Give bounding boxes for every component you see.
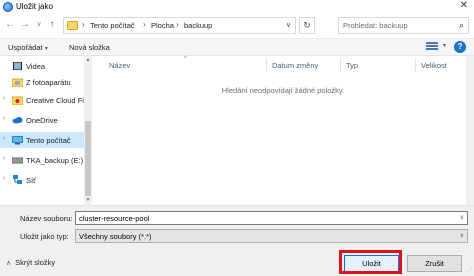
dialog-footer: ∧ Skrýt složky Uložit Zrušit ⋰ xyxy=(0,245,474,276)
sort-caret-icon: ^ xyxy=(184,56,187,62)
expand-chevron-icon[interactable]: › xyxy=(3,135,5,142)
sidebar-item-label: Creative Cloud Fi xyxy=(26,96,84,105)
expand-chevron-icon[interactable]: › xyxy=(3,175,5,182)
navigation-pane: Videa Z fotoaparátu › Creative Cloud Fi … xyxy=(0,56,92,205)
save-button-highlight xyxy=(339,250,402,274)
expand-chevron-icon[interactable]: › xyxy=(3,95,5,102)
hide-folders-caret-icon: ∧ xyxy=(6,260,12,267)
filetype-select[interactable]: Všechny soubory (*.*) ∨ xyxy=(75,229,468,243)
sidebar-scrollbar[interactable]: ▲ ▼ xyxy=(84,56,92,205)
sidebar-item-label: Videa xyxy=(26,62,46,71)
sidebar-item-videa[interactable]: Videa xyxy=(0,58,84,74)
breadcrumb-separator[interactable]: › xyxy=(176,20,179,29)
organize-label: Uspořádat xyxy=(8,43,43,52)
breadcrumb-separator[interactable]: › xyxy=(82,20,85,29)
creative-cloud-icon xyxy=(11,95,24,106)
help-icon[interactable]: ? xyxy=(454,41,466,53)
sidebar-item-tento-pocitac[interactable]: › Tento počítač xyxy=(0,132,84,148)
breadcrumb-separator[interactable]: › xyxy=(143,20,146,29)
breadcrumb-desktop[interactable]: Plocha xyxy=(151,21,174,30)
column-divider[interactable] xyxy=(415,58,416,72)
search-icon[interactable]: ⌕ xyxy=(459,20,464,31)
cloud-icon xyxy=(12,115,23,125)
title-bar: Uložit jako ✕ xyxy=(0,0,474,14)
close-icon[interactable]: ✕ xyxy=(460,0,468,11)
column-divider[interactable] xyxy=(340,58,341,72)
search-input[interactable]: Prohledat: backuup ⌕ xyxy=(338,17,469,34)
scroll-down-arrow-icon[interactable]: ▼ xyxy=(84,197,92,203)
filetype-label: Uložit jako typ: xyxy=(20,232,69,241)
navigation-bar: ← → ∨ ↑ › Tento počítač › Plocha › backu… xyxy=(0,14,474,36)
column-divider[interactable] xyxy=(266,58,267,72)
computer-icon xyxy=(12,135,23,145)
sidebar-scroll-thumb[interactable] xyxy=(85,121,91,196)
filename-label: Název souboru: xyxy=(20,214,73,223)
network-icon xyxy=(12,175,23,185)
column-header-date-modified[interactable]: Datum změny xyxy=(272,61,318,70)
column-header-name[interactable]: Název xyxy=(109,61,130,70)
file-list-scrollbar[interactable] xyxy=(466,56,474,205)
resize-grip-icon[interactable]: ⋰ xyxy=(466,267,472,274)
hide-folders-label: Skrýt složky xyxy=(15,258,56,267)
organize-button[interactable]: Uspořádat ▾ xyxy=(8,43,48,52)
column-header-type[interactable]: Typ xyxy=(346,61,358,70)
window-title: Uložit jako xyxy=(16,2,53,11)
breadcrumb-this-pc[interactable]: Tento počítač xyxy=(90,21,135,30)
drive-icon xyxy=(11,155,24,165)
filename-value: cluster-resource-pool xyxy=(79,214,150,223)
folder-icon xyxy=(67,21,78,30)
expand-chevron-icon[interactable]: › xyxy=(3,155,5,162)
organize-caret-icon: ▾ xyxy=(44,46,48,52)
scroll-up-arrow-icon[interactable]: ▲ xyxy=(84,57,92,63)
sidebar-item-tka-backup[interactable]: › TKA_backup (E:) xyxy=(0,152,84,168)
empty-results-message: Hledání neodpovídají žádné položky. xyxy=(221,86,345,95)
save-options-panel: Název souboru: cluster-resource-pool ∨ U… xyxy=(0,205,474,245)
sidebar-item-label: OneDrive xyxy=(26,116,58,125)
sidebar-item-creative-cloud[interactable]: › Creative Cloud Fi xyxy=(0,92,84,108)
file-list[interactable]: ^ Název Datum změny Typ Velikost Hledání… xyxy=(98,56,474,205)
hide-folders-toggle[interactable]: ∧ Skrýt složky xyxy=(6,258,55,267)
camera-folder-icon xyxy=(11,77,24,88)
address-dropdown-icon[interactable]: ∨ xyxy=(286,21,291,29)
recent-locations-dropdown-icon[interactable]: ∨ xyxy=(33,18,45,32)
filetype-dropdown-icon[interactable]: ∨ xyxy=(460,232,464,239)
forward-arrow-icon[interactable]: → xyxy=(19,18,31,32)
sidebar-item-sit[interactable]: › Síť xyxy=(0,172,84,188)
filetype-value: Všechny soubory (*.*) xyxy=(79,232,152,241)
sidebar-item-label: Z fotoaparátu xyxy=(26,78,71,87)
search-placeholder: Prohledat: backuup xyxy=(343,21,408,30)
sidebar-item-z-fotoaparatu[interactable]: Z fotoaparátu xyxy=(0,74,84,90)
app-icon xyxy=(3,2,13,12)
filename-dropdown-icon[interactable]: ∨ xyxy=(460,214,464,221)
sidebar-item-label: Tento počítač xyxy=(26,136,71,145)
video-folder-icon xyxy=(12,61,23,71)
cancel-button[interactable]: Zrušit xyxy=(407,255,462,272)
expand-chevron-icon[interactable]: › xyxy=(3,115,5,122)
new-folder-button[interactable]: Nová složka xyxy=(69,43,110,52)
sidebar-item-onedrive[interactable]: › OneDrive xyxy=(0,112,84,128)
sidebar-item-label: Síť xyxy=(26,176,36,185)
sidebar-item-label: TKA_backup (E:) xyxy=(26,156,84,165)
refresh-icon[interactable]: ↻ xyxy=(299,17,315,34)
column-header-size[interactable]: Velikost xyxy=(421,61,447,70)
command-toolbar: Uspořádat ▾ Nová složka ▾ ? xyxy=(0,38,474,56)
up-arrow-icon[interactable]: ↑ xyxy=(46,18,58,32)
view-options-caret-icon[interactable]: ▾ xyxy=(443,42,446,49)
address-bar[interactable]: › Tento počítač › Plocha › backuup ∨ xyxy=(63,17,296,34)
back-arrow-icon[interactable]: ← xyxy=(4,18,16,32)
view-options-icon[interactable] xyxy=(426,42,438,53)
breadcrumb-backuup[interactable]: backuup xyxy=(184,21,212,30)
filename-field[interactable]: cluster-resource-pool ∨ xyxy=(75,211,468,225)
